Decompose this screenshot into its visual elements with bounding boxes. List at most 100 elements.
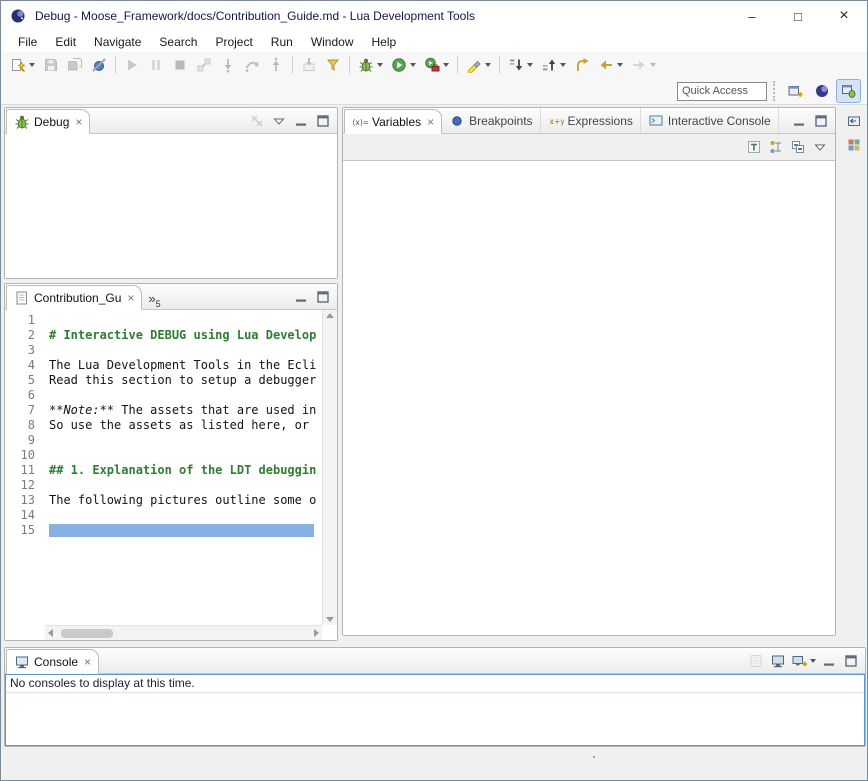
menu-run[interactable]: Run: [262, 33, 302, 51]
menu-project[interactable]: Project: [206, 33, 261, 51]
scrollbar-thumb[interactable]: [61, 629, 113, 638]
menu-search[interactable]: Search: [150, 33, 206, 51]
editor-line-3[interactable]: [49, 343, 322, 358]
scroll-up-icon[interactable]: [326, 313, 334, 318]
show-logical-structures-icon: [768, 139, 784, 155]
collapse-all-button[interactable]: [788, 137, 808, 157]
dropdown-arrow-icon[interactable]: [443, 63, 449, 67]
maximize-view-button[interactable]: [841, 651, 861, 671]
scroll-down-icon[interactable]: [326, 617, 334, 622]
scroll-left-icon[interactable]: [48, 629, 53, 637]
maximize-view-button[interactable]: [811, 111, 831, 131]
open-console-icon: [791, 653, 807, 669]
minimize-view-button[interactable]: [819, 651, 839, 671]
horizontal-scrollbar[interactable]: [45, 625, 322, 640]
previous-annotation-button[interactable]: [538, 54, 569, 76]
close-tab-icon[interactable]: ×: [84, 657, 91, 667]
editor-line-1[interactable]: [49, 313, 322, 328]
vertical-scrollbar[interactable]: [322, 310, 337, 625]
editor-body: 123456789101112131415 # Interactive DEBU…: [5, 310, 337, 640]
open-perspective-button[interactable]: [782, 79, 807, 103]
use-step-filters-button[interactable]: [322, 54, 344, 76]
editor-line-4[interactable]: The Lua Development Tools in the Ecli: [49, 358, 322, 373]
menu-edit[interactable]: Edit: [46, 33, 85, 51]
tab-label: Breakpoints: [469, 114, 532, 128]
skip-all-breakpoints-button[interactable]: [88, 54, 110, 76]
debug-view-icon: [14, 114, 30, 130]
minimize-view-button[interactable]: [291, 287, 311, 307]
editor-line-8[interactable]: So use the assets as listed here, or: [49, 418, 322, 433]
editor-line-12[interactable]: [49, 478, 322, 493]
new-button[interactable]: [7, 54, 38, 76]
show-logical-structures-button[interactable]: [766, 137, 786, 157]
minimize-view-icon: [821, 653, 837, 669]
dropdown-arrow-icon[interactable]: [617, 63, 623, 67]
editor-line-7[interactable]: **Note:** The assets that are used in: [49, 403, 322, 418]
menu-help[interactable]: Help: [363, 33, 406, 51]
restore-minimized-view-button[interactable]: [844, 111, 864, 131]
back-button[interactable]: [595, 54, 626, 76]
maximize-view-icon: [813, 113, 829, 129]
minimized-outline-view-button[interactable]: [844, 135, 864, 155]
dropdown-arrow-icon[interactable]: [560, 63, 566, 67]
dropdown-arrow-icon[interactable]: [410, 63, 416, 67]
tab-interactive-console[interactable]: Interactive Console: [641, 108, 779, 133]
line-number: 8: [5, 418, 35, 433]
editor-line-14[interactable]: [49, 508, 322, 523]
external-tools-button[interactable]: [421, 54, 452, 76]
debug-button[interactable]: [355, 54, 386, 76]
dropdown-arrow-icon[interactable]: [527, 63, 533, 67]
dropdown-arrow-icon[interactable]: [810, 659, 816, 663]
step-return-button: [265, 54, 287, 76]
ldt-perspective-button[interactable]: [809, 79, 834, 103]
tab-breakpoints[interactable]: Breakpoints: [442, 108, 540, 133]
dropdown-arrow-icon[interactable]: [485, 63, 491, 67]
show-type-names-button[interactable]: [744, 137, 764, 157]
minimize-window-button[interactable]: –: [729, 1, 775, 31]
close-tab-icon[interactable]: ×: [427, 117, 434, 127]
minimize-view-button[interactable]: [789, 111, 809, 131]
scroll-right-icon[interactable]: [314, 629, 319, 637]
tab-debug[interactable]: Debug ×: [6, 109, 90, 134]
maximize-window-button[interactable]: □: [775, 1, 821, 31]
disconnect-icon: [196, 57, 212, 73]
editor-line-13[interactable]: The following pictures outline some o: [49, 493, 322, 508]
dropdown-arrow-icon[interactable]: [377, 63, 383, 67]
tab-expressions[interactable]: x+yExpressions: [541, 108, 641, 133]
close-window-button[interactable]: ×: [821, 1, 867, 31]
editor-line-6[interactable]: [49, 388, 322, 403]
last-edit-location-button[interactable]: [571, 54, 593, 76]
open-console-button[interactable]: [790, 651, 817, 671]
dropdown-arrow-icon[interactable]: [650, 63, 656, 67]
editor-line-2[interactable]: # Interactive DEBUG using Lua Develop: [49, 328, 322, 343]
debug-perspective-button[interactable]: [836, 79, 861, 103]
quick-access-input[interactable]: [677, 82, 767, 101]
minimize-view-button[interactable]: [291, 111, 311, 131]
menu-file[interactable]: File: [9, 33, 46, 51]
editor-tab-overflow[interactable]: » 5: [142, 291, 166, 309]
close-tab-icon[interactable]: ×: [75, 117, 82, 127]
tab-contribution-guide[interactable]: Contribution_Gu ×: [6, 285, 142, 310]
editor-line-11[interactable]: ## 1. Explanation of the LDT debuggin: [49, 463, 322, 478]
view-menu-button[interactable]: [269, 111, 289, 131]
run-button[interactable]: [388, 54, 419, 76]
editor-line-15[interactable]: [49, 523, 322, 538]
code-area[interactable]: # Interactive DEBUG using Lua Develop The…: [46, 310, 322, 625]
editor-line-9[interactable]: [49, 433, 322, 448]
line-number: 12: [5, 478, 35, 493]
editor-line-10[interactable]: [49, 448, 322, 463]
maximize-view-button[interactable]: [313, 111, 333, 131]
menu-window[interactable]: Window: [302, 33, 363, 51]
toggle-mark-occurrences-button[interactable]: [463, 54, 494, 76]
tab-variables[interactable]: (x)=Variables×: [344, 109, 442, 134]
close-tab-icon[interactable]: ×: [127, 293, 134, 303]
maximize-view-button[interactable]: [313, 287, 333, 307]
display-selected-console-button[interactable]: [768, 651, 788, 671]
menu-navigate[interactable]: Navigate: [85, 33, 150, 51]
dropdown-arrow-icon[interactable]: [29, 63, 35, 67]
collapse-all-icon: [790, 139, 806, 155]
next-annotation-button[interactable]: [505, 54, 536, 76]
editor-line-5[interactable]: Read this section to setup a debugger: [49, 373, 322, 388]
tab-console[interactable]: Console ×: [6, 649, 99, 674]
view-menu-button[interactable]: [810, 137, 830, 157]
